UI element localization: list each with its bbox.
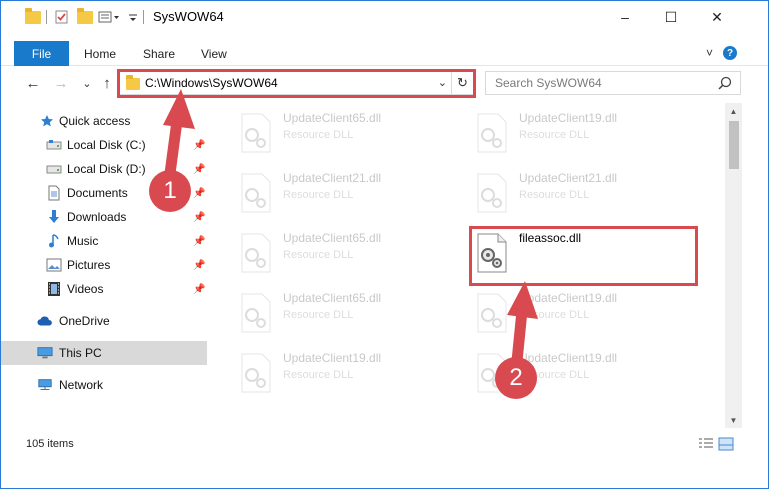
callout-number-1: 1: [149, 170, 191, 212]
callout-arrows: [163, 89, 538, 377]
file-explorer-window: SysWOW64 – ☐ ✕ File Home Share View ˅ ? …: [0, 0, 769, 489]
callout-number-2: 2: [495, 357, 537, 399]
